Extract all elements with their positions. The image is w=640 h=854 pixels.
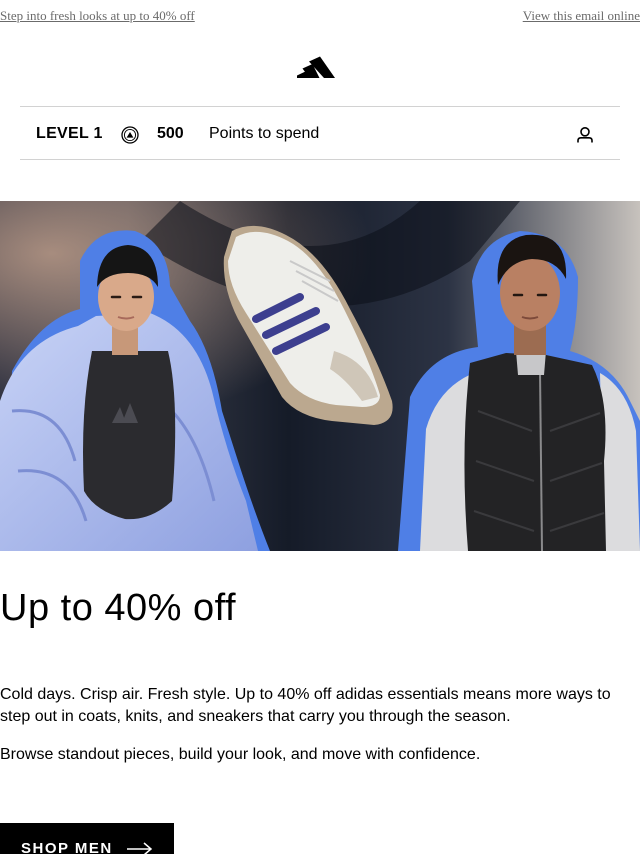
loyalty-status-bar: LEVEL 1 500 Points to spend [20,106,620,160]
body-paragraph-2: Browse standout pieces, build your look,… [0,746,481,763]
promo-preheader-link[interactable]: Step into fresh looks at up to 40% off [0,8,195,24]
points-coin-icon [121,126,139,144]
points-balance: 500 [157,125,184,142]
body-paragraph-1: Cold days. Crisp air. Fresh style. Up to… [0,686,611,725]
shop-men-label: SHOP MEN [21,840,113,854]
view-online-link[interactable]: View this email online [523,8,640,24]
hero-image[interactable] [0,201,640,551]
account-icon[interactable] [575,125,595,145]
preheader-bar: Step into fresh looks at up to 40% off V… [0,6,640,26]
points-label: Points to spend [209,125,320,142]
loyalty-level: LEVEL 1 [36,125,103,142]
man-quilted-vest [464,353,606,551]
adidas-logo-icon[interactable] [296,54,336,78]
arrow-right-icon [127,842,153,854]
woman-sweatshirt [83,351,176,520]
headline: Up to 40% off [0,587,237,629]
shop-men-button[interactable]: SHOP MEN [0,823,174,854]
